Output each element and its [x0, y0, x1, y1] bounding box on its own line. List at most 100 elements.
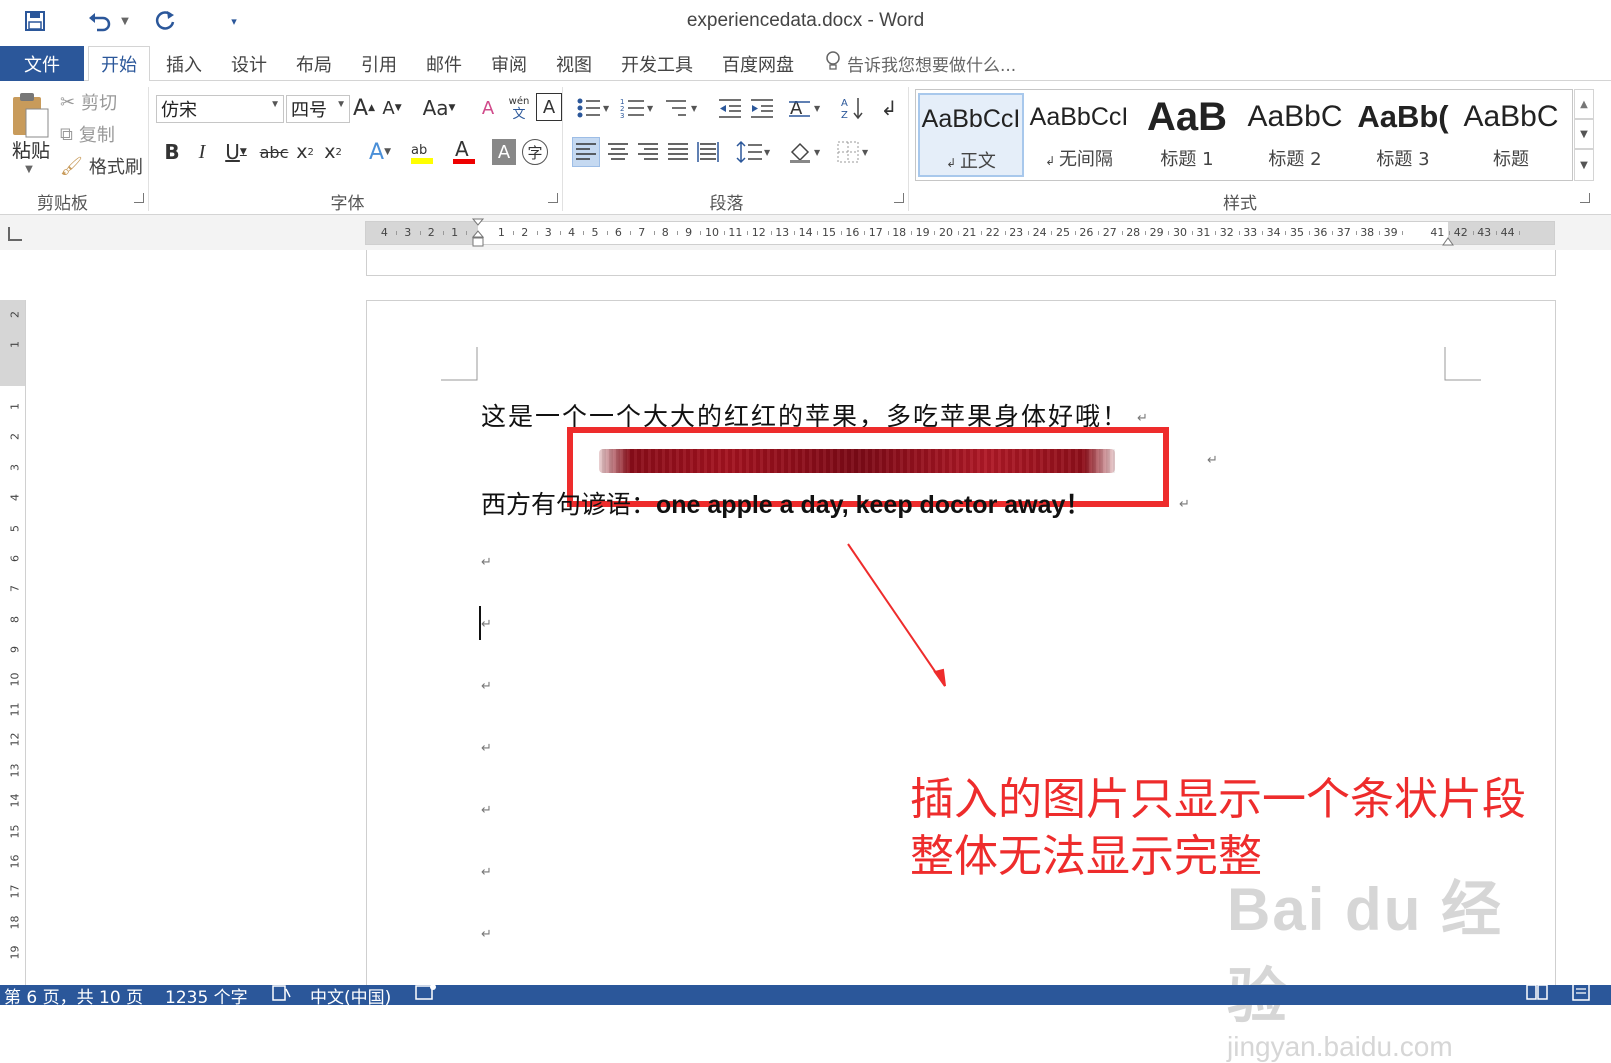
ruler-tick-label: 19 — [915, 226, 930, 239]
style-heading-3[interactable]: AaBb( 标题 3 — [1350, 93, 1456, 177]
bullets-icon[interactable]: ▼ — [574, 93, 614, 123]
tab-home[interactable]: 开始 — [88, 46, 150, 82]
print-layout-icon[interactable] — [1570, 983, 1592, 1006]
macro-recording-icon[interactable] — [415, 983, 437, 1006]
copy-button[interactable]: ⧉ 复制 — [60, 121, 115, 147]
shrink-font-icon[interactable]: A ▼ — [380, 93, 404, 123]
paragraph-mark: ↵ — [1179, 497, 1190, 512]
language-status[interactable]: 中文(中国) — [310, 983, 391, 1008]
tab-baidu-netdisk[interactable]: 百度网盘 — [722, 46, 794, 81]
clipboard-launcher-icon[interactable] — [134, 193, 144, 203]
ruler-tick-mark — [1144, 231, 1146, 235]
italic-icon[interactable]: I — [190, 137, 214, 167]
format-painter-button[interactable]: 🖌 格式刷 — [60, 153, 143, 179]
tab-references[interactable]: 引用 — [361, 46, 397, 81]
style-normal[interactable]: AaBbCcI ↲ 正文 — [918, 93, 1024, 177]
vertical-ruler-tick-label: 11 — [8, 702, 22, 717]
copy-icon: ⧉ — [60, 123, 73, 145]
font-size-combo[interactable]: 四号 ▼ — [286, 95, 350, 123]
strikethrough-icon[interactable]: abc — [260, 137, 289, 167]
line-spacing-icon[interactable]: ▼ — [734, 137, 774, 167]
tell-me-box[interactable]: 告诉我您想要做什么... — [825, 46, 1016, 81]
distributed-icon[interactable] — [694, 137, 722, 167]
superscript-icon[interactable]: x2 — [322, 137, 344, 167]
styles-scroll-up-icon[interactable]: ▲ — [1574, 89, 1594, 119]
page-count[interactable]: 第 6 页，共 10 页 — [4, 983, 143, 1008]
phonetic-guide-icon[interactable]: wén 文 — [506, 91, 532, 125]
change-case-icon[interactable]: Aa ▼ — [418, 93, 460, 123]
style-heading-1[interactable]: AaB 标题 1 — [1134, 93, 1240, 177]
ruler-tick-mark — [817, 231, 819, 235]
style-no-spacing[interactable]: AaBbCcI ↲ 无间隔 — [1026, 93, 1132, 177]
tab-view[interactable]: 视图 — [556, 46, 592, 81]
ruler-tick-mark — [1168, 231, 1170, 235]
ribbon-tabs: 文件 开始 插入 设计 布局 引用 邮件 审阅 视图 开发工具 百度网盘 告诉我… — [0, 44, 1611, 82]
proofing-icon[interactable] — [272, 983, 292, 1006]
styles-scroll-down-icon[interactable]: ▼ — [1574, 119, 1594, 149]
subscript-icon[interactable]: x2 — [294, 137, 316, 167]
shading-icon[interactable]: ▼ — [786, 137, 826, 167]
tab-developer[interactable]: 开发工具 — [621, 46, 693, 81]
align-center-icon[interactable] — [604, 137, 632, 167]
highlight-icon[interactable]: ab — [404, 137, 444, 167]
tab-selector-icon[interactable] — [8, 227, 22, 241]
decrease-indent-icon[interactable] — [716, 93, 744, 123]
text-effects-icon[interactable]: A ▼ — [362, 137, 398, 167]
style-title[interactable]: AaBbC 标题 — [1458, 93, 1564, 177]
character-shading-icon[interactable]: A — [492, 139, 516, 165]
tab-mailings[interactable]: 邮件 — [426, 46, 462, 81]
tab-insert[interactable]: 插入 — [166, 46, 202, 81]
vertical-ruler-tick-label: 9 — [8, 646, 22, 654]
paragraph-launcher-icon[interactable] — [894, 193, 904, 203]
underline-icon[interactable]: U ▼ — [218, 137, 254, 167]
indent-marker-icon[interactable] — [471, 218, 485, 248]
paste-button[interactable]: 粘贴 — [6, 137, 56, 162]
enclose-characters-icon[interactable]: 字 — [522, 139, 548, 165]
ruler-tick-label: 15 — [822, 226, 836, 239]
ruler-tick-mark — [981, 231, 983, 235]
ruler-tick-label: 4 — [568, 226, 576, 239]
clear-formatting-icon[interactable]: A — [476, 93, 500, 123]
grow-font-icon[interactable]: A ▲ — [352, 93, 376, 123]
read-mode-icon[interactable] — [1526, 983, 1548, 1006]
styles-launcher-icon[interactable] — [1580, 193, 1590, 203]
bold-icon[interactable]: B — [160, 137, 184, 167]
borders-icon[interactable]: ▼ — [834, 137, 874, 167]
sort-icon[interactable]: AZ — [840, 93, 866, 123]
chinese-layout-icon[interactable]: A ▼ — [786, 93, 826, 123]
tab-file[interactable]: 文件 — [0, 46, 84, 81]
show-marks-icon[interactable]: ↲ — [876, 93, 902, 123]
svg-text:ab: ab — [411, 143, 427, 158]
styles-more-icon[interactable]: ▼ — [1574, 149, 1594, 181]
svg-text:▼: ▼ — [814, 104, 821, 113]
ruler-tick-mark — [442, 231, 444, 235]
multilevel-list-icon[interactable]: ▼ — [662, 93, 702, 123]
word-count[interactable]: 1235 个字 — [165, 983, 248, 1008]
vertical-ruler[interactable]: 2 1 1 2 3 4 5 6 7 8 9 10 11 12 13 14 15 16 17 18 19 — [0, 300, 26, 985]
tab-review[interactable]: 审阅 — [491, 46, 527, 81]
right-indent-marker-icon[interactable] — [1442, 232, 1454, 246]
font-name-combo[interactable]: 仿宋 ▼ — [156, 95, 284, 123]
proverb-chinese: 西方有句谚语： — [481, 490, 657, 519]
increase-indent-icon[interactable] — [748, 93, 776, 123]
ruler-tick-label: 23 — [1009, 226, 1024, 239]
title-bar: ▼ ▾ experiencedata.docx - Word — [0, 0, 1611, 44]
ruler-tick-label: 25 — [1056, 226, 1070, 239]
numbering-icon[interactable]: 1 2 3 ▼ — [618, 93, 658, 123]
ruler-tick-mark — [1027, 231, 1029, 235]
character-border-icon[interactable]: A — [536, 93, 562, 121]
document-page[interactable]: 这是一个一个大大的红红的苹果，多吃苹果身体好哦！ ↵ ↵ 西方有句谚语：one … — [366, 300, 1556, 1062]
ruler-tick-label: 35 — [1290, 226, 1304, 239]
tab-design[interactable]: 设计 — [231, 46, 267, 81]
horizontal-ruler[interactable]: 4 3 2 1 1 2 3 4 5 6 7 8 9 10 11 12 13 14 15 16 17 18 19 20 21 22 2… — [365, 218, 1555, 248]
style-heading-2[interactable]: AaBbC 标题 2 — [1242, 93, 1348, 177]
font-launcher-icon[interactable] — [548, 193, 558, 203]
justify-icon[interactable] — [664, 137, 692, 167]
paste-dropdown-icon[interactable]: ▼ — [22, 161, 36, 177]
align-left-icon[interactable] — [572, 137, 600, 167]
tab-layout[interactable]: 布局 — [296, 46, 332, 81]
group-label-styles: 样式 — [1223, 194, 1257, 214]
cut-button[interactable]: ✂ 剪切 — [60, 89, 117, 115]
font-color-icon[interactable]: A — [448, 137, 484, 167]
align-right-icon[interactable] — [634, 137, 662, 167]
